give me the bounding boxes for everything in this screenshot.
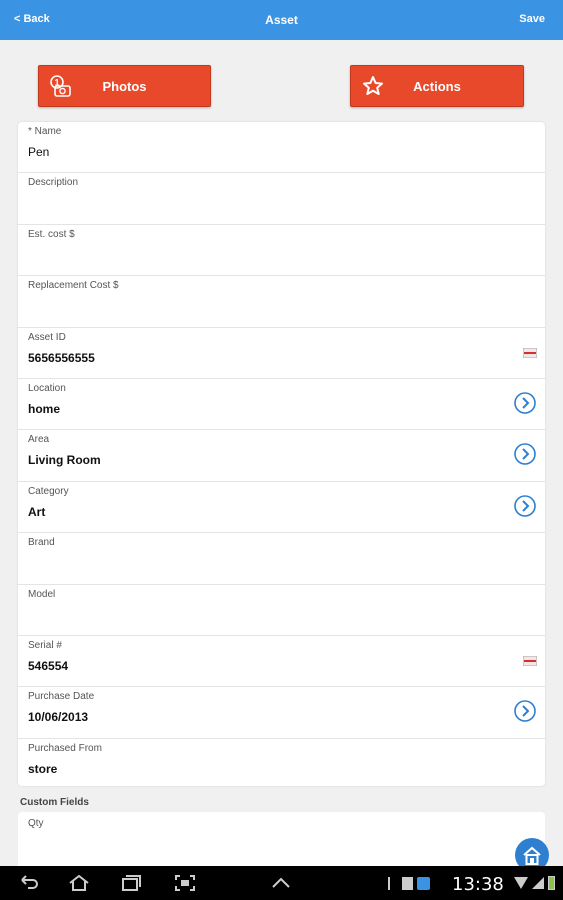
form-field[interactable]: Replacement Cost $	[18, 276, 545, 328]
field-value[interactable]: 546554	[28, 659, 68, 673]
form-field[interactable]: Model	[18, 585, 545, 636]
form-field[interactable]: Area Living Room	[18, 430, 545, 482]
field-label: Replacement Cost $	[28, 280, 119, 292]
field-label: Purchased From	[28, 742, 102, 754]
form-field[interactable]: * Name Pen	[18, 122, 545, 174]
photos-label: Photos	[102, 78, 147, 94]
back-icon[interactable]	[18, 874, 40, 892]
wifi-icon	[514, 877, 528, 889]
system-navigation-bar: 13:38	[0, 866, 563, 900]
field-label: Description	[28, 177, 79, 189]
top-app-bar: < Back Asset Save	[0, 0, 563, 40]
field-value[interactable]: home	[28, 402, 60, 416]
field-label: Location	[28, 382, 66, 394]
chevron-right-icon[interactable]	[514, 494, 536, 517]
field-value[interactable]: Art	[28, 505, 45, 519]
form-field[interactable]: Category Art	[18, 482, 545, 534]
star-icon	[363, 76, 383, 95]
chevron-right-icon[interactable]	[514, 700, 536, 723]
home-nav-icon[interactable]	[68, 874, 90, 892]
field-value[interactable]: 5656556555	[28, 351, 95, 365]
form-field[interactable]: Serial # 546554	[18, 636, 545, 688]
usb-icon	[388, 876, 398, 890]
notification-icons	[388, 876, 430, 890]
field-label: Category	[28, 485, 69, 497]
field-label: Serial #	[28, 639, 62, 651]
field-label: Area	[28, 434, 50, 446]
form-field[interactable]: Location home	[18, 379, 545, 431]
signal-icon	[532, 877, 544, 889]
field-value[interactable]: Pen	[28, 145, 49, 159]
field-value[interactable]: Living Room	[28, 453, 101, 467]
page-title: Asset	[265, 13, 298, 27]
form-field[interactable]: Brand	[18, 533, 545, 585]
barcode-scan-icon[interactable]	[523, 347, 537, 358]
camera-icon: 1	[50, 75, 71, 97]
sd-card-icon	[402, 876, 413, 890]
field-label: Asset ID	[28, 331, 66, 343]
form-field[interactable]: Est. cost $	[18, 225, 545, 277]
custom-fields-card[interactable]: Qty	[18, 812, 545, 872]
qty-label: Qty	[28, 818, 44, 829]
status-icons	[514, 876, 555, 890]
recent-apps-icon[interactable]	[120, 874, 142, 892]
app-notification-icon	[417, 876, 430, 890]
field-label: Est. cost $	[28, 228, 75, 240]
chevron-right-icon[interactable]	[514, 392, 536, 414]
asset-form: * Name Pen Description Est. cost $ Replaceme…	[18, 122, 545, 786]
form-field[interactable]: Purchased From store	[18, 739, 545, 786]
photos-button[interactable]: 1 Photos	[38, 65, 211, 107]
form-field[interactable]: Description	[18, 173, 545, 225]
field-label: Brand	[28, 537, 55, 549]
field-value[interactable]: 10/06/2013	[28, 710, 88, 724]
field-value[interactable]: store	[28, 762, 57, 776]
screenshot-icon[interactable]	[174, 874, 196, 892]
custom-fields-title: Custom Fields	[20, 797, 89, 808]
barcode-scan-icon[interactable]	[523, 655, 537, 666]
battery-icon	[548, 876, 555, 890]
form-field[interactable]: Purchase Date 10/06/2013	[18, 687, 545, 739]
chevron-right-icon[interactable]	[514, 443, 536, 466]
actions-button[interactable]: Actions	[350, 65, 524, 107]
field-label: Purchase Date	[28, 691, 95, 703]
form-field[interactable]: Asset ID 5656556555	[18, 328, 545, 379]
actions-label: Actions	[413, 78, 461, 94]
field-label: Model	[28, 588, 56, 600]
field-label: * Name	[28, 126, 62, 137]
save-button[interactable]: Save	[519, 13, 545, 25]
clock: 13:38	[452, 874, 504, 895]
chevron-up-icon[interactable]	[270, 874, 292, 892]
